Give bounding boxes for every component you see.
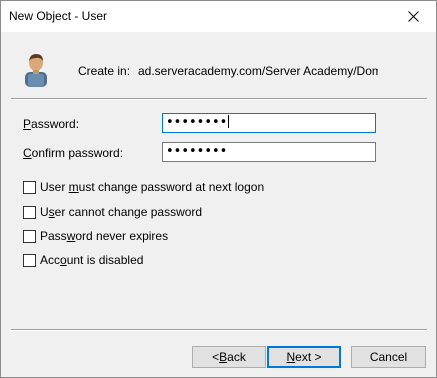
title-bar[interactable]: New Object - User xyxy=(1,1,436,32)
create-in-label: Create in: xyxy=(78,64,131,78)
password-input[interactable]: •••••••• xyxy=(162,113,376,133)
checkbox-label: Password never expires xyxy=(40,229,169,243)
window-title: New Object - User xyxy=(9,9,108,23)
user-icon xyxy=(25,54,47,87)
text-caret xyxy=(228,115,230,128)
dialog-header: Create in: ad.serveracademy.com/Server A… xyxy=(1,32,436,98)
confirm-password-masked-value: •••••••• xyxy=(166,144,228,159)
checkbox[interactable] xyxy=(23,253,36,267)
confirm-password-input[interactable]: •••••••• xyxy=(162,142,376,162)
option-password-never-expires[interactable]: Password never expires xyxy=(23,228,168,244)
checkbox[interactable] xyxy=(23,205,36,219)
password-label: Password: xyxy=(23,117,80,131)
checkbox-label: User must change password at next logon xyxy=(40,180,265,194)
checkbox[interactable] xyxy=(23,229,36,243)
password-masked-value: •••••••• xyxy=(166,115,228,130)
footer-divider xyxy=(11,329,427,331)
option-cannot-change-password[interactable]: User cannot change password xyxy=(23,204,202,220)
option-must-change-password[interactable]: User must change password at next logon xyxy=(23,179,264,195)
cancel-button[interactable]: Cancel xyxy=(351,346,426,368)
checkbox[interactable] xyxy=(23,180,36,194)
checkbox-label: User cannot change password xyxy=(40,205,203,219)
close-button[interactable] xyxy=(390,1,436,32)
header-divider xyxy=(11,98,427,100)
checkbox-label: Account is disabled xyxy=(40,253,144,267)
close-icon xyxy=(407,11,419,22)
confirm-password-label: Confirm password: xyxy=(23,146,124,160)
option-account-disabled[interactable]: Account is disabled xyxy=(23,252,143,268)
create-in-path: ad.serveracademy.com/Server Academy/Doma… xyxy=(138,64,378,78)
back-button[interactable]: < Back xyxy=(192,346,266,368)
new-object-user-dialog: New Object - User Create in: ad.serverac… xyxy=(0,0,437,378)
next-button[interactable]: Next > xyxy=(267,346,341,368)
